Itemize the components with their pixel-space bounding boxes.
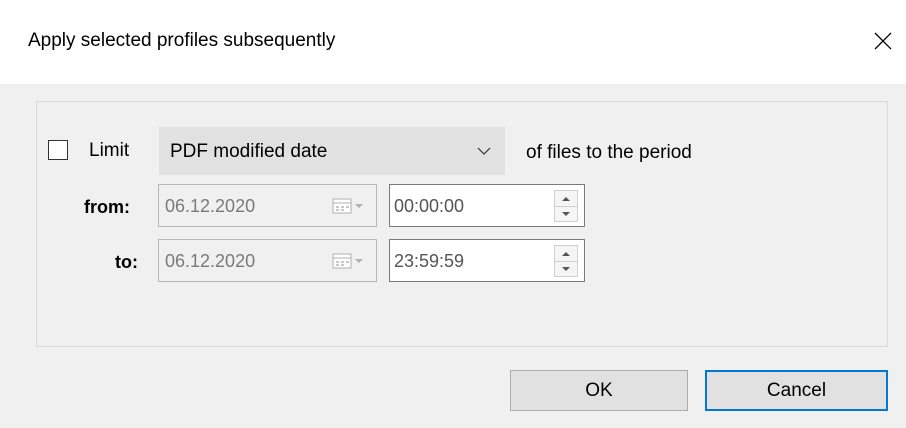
date-type-select[interactable]: PDF modified date <box>159 127 505 175</box>
dialog-title: Apply selected profiles subsequently <box>28 30 336 51</box>
to-time-down-button[interactable] <box>555 261 577 276</box>
title-bar: Apply selected profiles subsequently <box>0 0 906 84</box>
close-icon <box>874 32 892 50</box>
from-date-picker[interactable]: 06.12.2020 <box>158 184 377 227</box>
from-time-down-button[interactable] <box>555 206 577 221</box>
from-time-spinner[interactable] <box>554 190 578 222</box>
spin-up-arrow-icon <box>562 251 570 256</box>
from-label: from: <box>84 197 130 217</box>
to-time-field[interactable]: 23:59:59 <box>389 239 585 282</box>
dialog-window: Apply selected profiles subsequently Lim… <box>0 0 906 428</box>
close-button[interactable] <box>860 18 906 64</box>
spin-down-arrow-icon <box>562 211 570 216</box>
to-date-picker[interactable]: 06.12.2020 <box>158 239 377 282</box>
limit-label: Limit <box>89 140 130 161</box>
to-label: to: <box>115 252 138 272</box>
from-calendar-button[interactable] <box>332 197 368 215</box>
limit-checkbox[interactable] <box>48 140 68 160</box>
to-time-value: 23:59:59 <box>394 251 465 271</box>
to-time-spinner[interactable] <box>554 245 578 277</box>
to-time-up-button[interactable] <box>555 246 577 262</box>
ok-button[interactable]: OK <box>510 370 688 411</box>
calendar-icon <box>332 198 363 214</box>
from-date-value: 06.12.2020 <box>165 196 256 216</box>
chevron-down-icon <box>477 147 491 155</box>
to-calendar-button[interactable] <box>332 252 368 270</box>
cancel-button[interactable]: Cancel <box>705 370 888 411</box>
period-description: of files to the period <box>526 142 692 163</box>
calendar-icon <box>332 253 363 269</box>
spin-down-arrow-icon <box>562 266 570 271</box>
date-type-selected-value: PDF modified date <box>170 141 328 162</box>
from-time-field[interactable]: 00:00:00 <box>389 184 585 227</box>
from-time-value: 00:00:00 <box>394 196 465 216</box>
to-date-value: 06.12.2020 <box>165 251 256 271</box>
spin-up-arrow-icon <box>562 196 570 201</box>
from-time-up-button[interactable] <box>555 191 577 207</box>
